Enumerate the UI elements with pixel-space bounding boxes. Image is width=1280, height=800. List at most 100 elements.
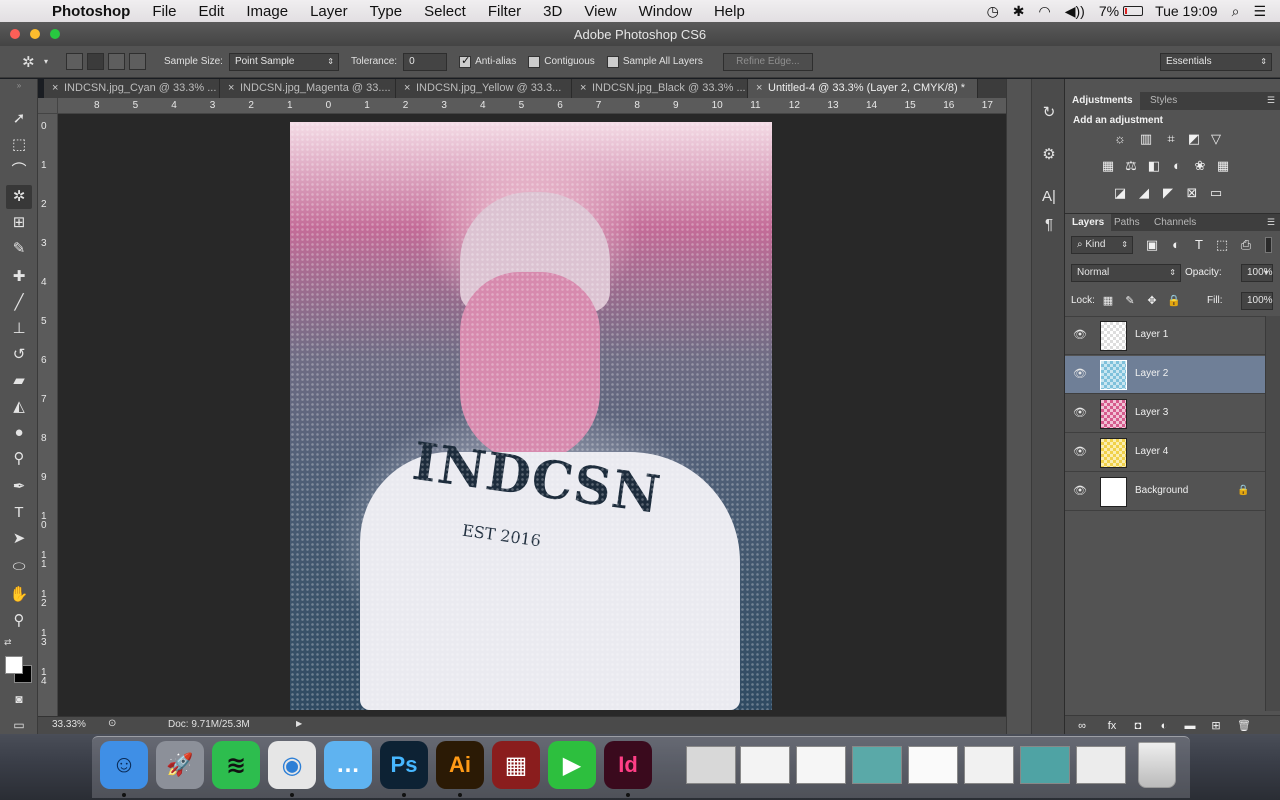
menu-type[interactable]: Type — [370, 3, 403, 20]
pen-tool-icon[interactable]: ✒ — [6, 475, 32, 499]
color-balance-icon[interactable]: ⚖ — [1122, 158, 1140, 174]
menu-3d[interactable]: 3D — [543, 3, 562, 20]
dock-messages-icon[interactable]: … — [324, 741, 372, 789]
close-tab-icon[interactable]: × — [580, 79, 592, 98]
close-tab-icon[interactable]: × — [52, 79, 64, 98]
history-panel-icon[interactable]: ↻ — [1037, 101, 1061, 125]
threshold-icon[interactable]: ◤ — [1159, 185, 1177, 201]
move-tool-icon[interactable]: ➚ — [6, 107, 32, 131]
zoom-tool-icon[interactable]: ⚲ — [6, 609, 32, 633]
dock-photoshop-icon[interactable]: Ps — [380, 741, 428, 789]
bluetooth-icon[interactable]: ✱ — [1013, 3, 1025, 20]
crop-tool-icon[interactable]: ⊞ — [6, 211, 32, 235]
invert-icon[interactable]: ◪ — [1111, 185, 1129, 201]
dodge-tool-icon[interactable]: ⚲ — [6, 447, 32, 471]
hand-tool-icon[interactable]: ✋ — [6, 583, 32, 607]
color-lookup-icon[interactable]: ▦ — [1214, 158, 1232, 174]
add-mask-icon[interactable]: ◘ — [1129, 718, 1147, 734]
antialias-checkbox[interactable]: ✓ — [459, 55, 472, 68]
type-tool-icon[interactable]: T — [6, 501, 32, 525]
magic-wand-tool-icon[interactable]: ✲ — [6, 185, 32, 209]
paragraph-panel-icon[interactable]: ¶ — [1037, 213, 1061, 237]
filter-type-icon[interactable]: T — [1190, 237, 1208, 253]
magic-wand-preset-icon[interactable]: ✲ — [22, 53, 44, 71]
photo-filter-icon[interactable]: ◐ — [1168, 158, 1186, 174]
subtract-selection-icon[interactable] — [108, 53, 126, 70]
tab-yellow[interactable]: × INDCSN.jpg_Yellow @ 33.3... — [396, 79, 572, 98]
wifi-icon[interactable]: ◠ — [1039, 3, 1051, 20]
ruler-origin[interactable] — [38, 98, 58, 114]
lock-transparent-icon[interactable]: ▦ — [1099, 293, 1117, 309]
document-canvas[interactable]: INDCSN EST 2016 — [290, 122, 772, 710]
brush-tool-icon[interactable]: ╱ — [6, 291, 32, 315]
layer-filter-select[interactable]: ⌕ Kind ⇕ — [1071, 236, 1133, 254]
dock-spotify-icon[interactable]: ≋ — [212, 741, 260, 789]
gradient-map-icon[interactable]: ⊠ — [1183, 185, 1201, 201]
brightness-contrast-icon[interactable]: ☼ — [1111, 131, 1129, 147]
new-selection-icon[interactable] — [66, 53, 84, 70]
panel-menu-icon[interactable]: ☰ — [1267, 95, 1275, 106]
tab-cyan[interactable]: × INDCSN.jpg_Cyan @ 33.3% ... — [44, 79, 220, 98]
visibility-eye-icon[interactable]: 👁 — [1073, 328, 1087, 342]
opacity-input[interactable]: 100% — [1241, 264, 1273, 282]
channel-mixer-icon[interactable]: ❀ — [1191, 158, 1209, 174]
menu-help[interactable]: Help — [714, 3, 745, 20]
menu-select[interactable]: Select — [424, 3, 466, 20]
menu-file[interactable]: File — [152, 3, 176, 20]
intersect-selection-icon[interactable] — [129, 53, 147, 70]
clone-stamp-tool-icon[interactable]: ⊥ — [6, 317, 32, 341]
history-brush-tool-icon[interactable]: ↺ — [6, 343, 32, 367]
lock-image-icon[interactable]: ✎ — [1121, 293, 1139, 309]
close-window-button[interactable] — [10, 29, 20, 39]
time-machine-icon[interactable]: ◷ — [987, 3, 999, 20]
exposure-icon[interactable]: ◩ — [1185, 131, 1203, 147]
menu-image[interactable]: Image — [246, 3, 288, 20]
fill-input[interactable]: 100% — [1241, 292, 1273, 310]
dock-launchpad-icon[interactable]: 🚀 — [156, 741, 204, 789]
zoom-window-button[interactable] — [50, 29, 60, 39]
filter-toggle[interactable] — [1265, 237, 1272, 253]
refine-edge-button[interactable]: Refine Edge... — [722, 52, 813, 71]
add-to-selection-icon[interactable] — [87, 53, 105, 70]
lock-icon[interactable]: 🔒 — [1237, 485, 1249, 496]
layer-name[interactable]: Layer 1 — [1135, 329, 1168, 340]
trash-icon[interactable]: 🗑 — [1235, 718, 1253, 734]
filter-pixel-icon[interactable]: ▣ — [1143, 237, 1161, 253]
properties-panel-icon[interactable]: ⚙ — [1037, 143, 1061, 167]
battery-percent[interactable]: 7% — [1099, 3, 1119, 19]
panel-menu-icon[interactable]: ☰ — [1267, 217, 1275, 228]
minimized-window-thumbnail[interactable] — [908, 746, 958, 784]
hue-saturation-icon[interactable]: ▦ — [1099, 158, 1117, 174]
status-arrow-icon[interactable]: ▶ — [296, 719, 302, 728]
minimized-window-thumbnail[interactable] — [1076, 746, 1126, 784]
layer-row[interactable]: 👁 Layer 2 — [1065, 356, 1265, 394]
visibility-eye-icon[interactable]: 👁 — [1073, 484, 1087, 498]
minimized-window-thumbnail[interactable] — [686, 746, 736, 784]
layers-scrollbar[interactable] — [1265, 316, 1280, 711]
clock[interactable]: Tue 19:09 — [1155, 3, 1218, 19]
dock-finder-icon[interactable]: ☺ — [100, 741, 148, 789]
curves-icon[interactable]: ⌗ — [1162, 131, 1180, 147]
close-tab-icon[interactable]: × — [756, 79, 768, 98]
paint-bucket-tool-icon[interactable]: ◭ — [6, 395, 32, 419]
sample-size-select[interactable]: Point Sample ⇕ — [228, 52, 339, 71]
menu-view[interactable]: View — [584, 3, 616, 20]
lock-all-icon[interactable]: 🔒 — [1165, 293, 1183, 309]
eraser-tool-icon[interactable]: ▰ — [6, 369, 32, 393]
zoom-level[interactable]: 33.33% — [52, 719, 86, 730]
filter-adjustment-icon[interactable]: ◐ — [1167, 237, 1185, 253]
menu-edit[interactable]: Edit — [199, 3, 225, 20]
status-menu-icon[interactable]: ⊙ — [108, 718, 116, 729]
close-tab-icon[interactable]: × — [404, 79, 416, 98]
dock-illustrator-icon[interactable]: Ai — [436, 741, 484, 789]
dock-indesign-icon[interactable]: Id — [604, 741, 652, 789]
dock-chrome-icon[interactable]: ◉ — [268, 741, 316, 789]
vertical-ruler[interactable]: 0 1 2 3 4 5 6 7 8 9 1 0 1 1 1 2 1 3 1 4 — [38, 114, 58, 716]
visibility-eye-icon[interactable]: 👁 — [1073, 367, 1087, 381]
blur-tool-icon[interactable]: ● — [6, 421, 32, 445]
black-white-icon[interactable]: ◧ — [1145, 158, 1163, 174]
layer-name[interactable]: Background — [1135, 485, 1188, 496]
layer-row[interactable]: 👁 Background 🔒 — [1065, 473, 1265, 511]
eyedropper-tool-icon[interactable]: ✎ — [6, 237, 32, 261]
minimized-window-thumbnail[interactable] — [1020, 746, 1070, 784]
